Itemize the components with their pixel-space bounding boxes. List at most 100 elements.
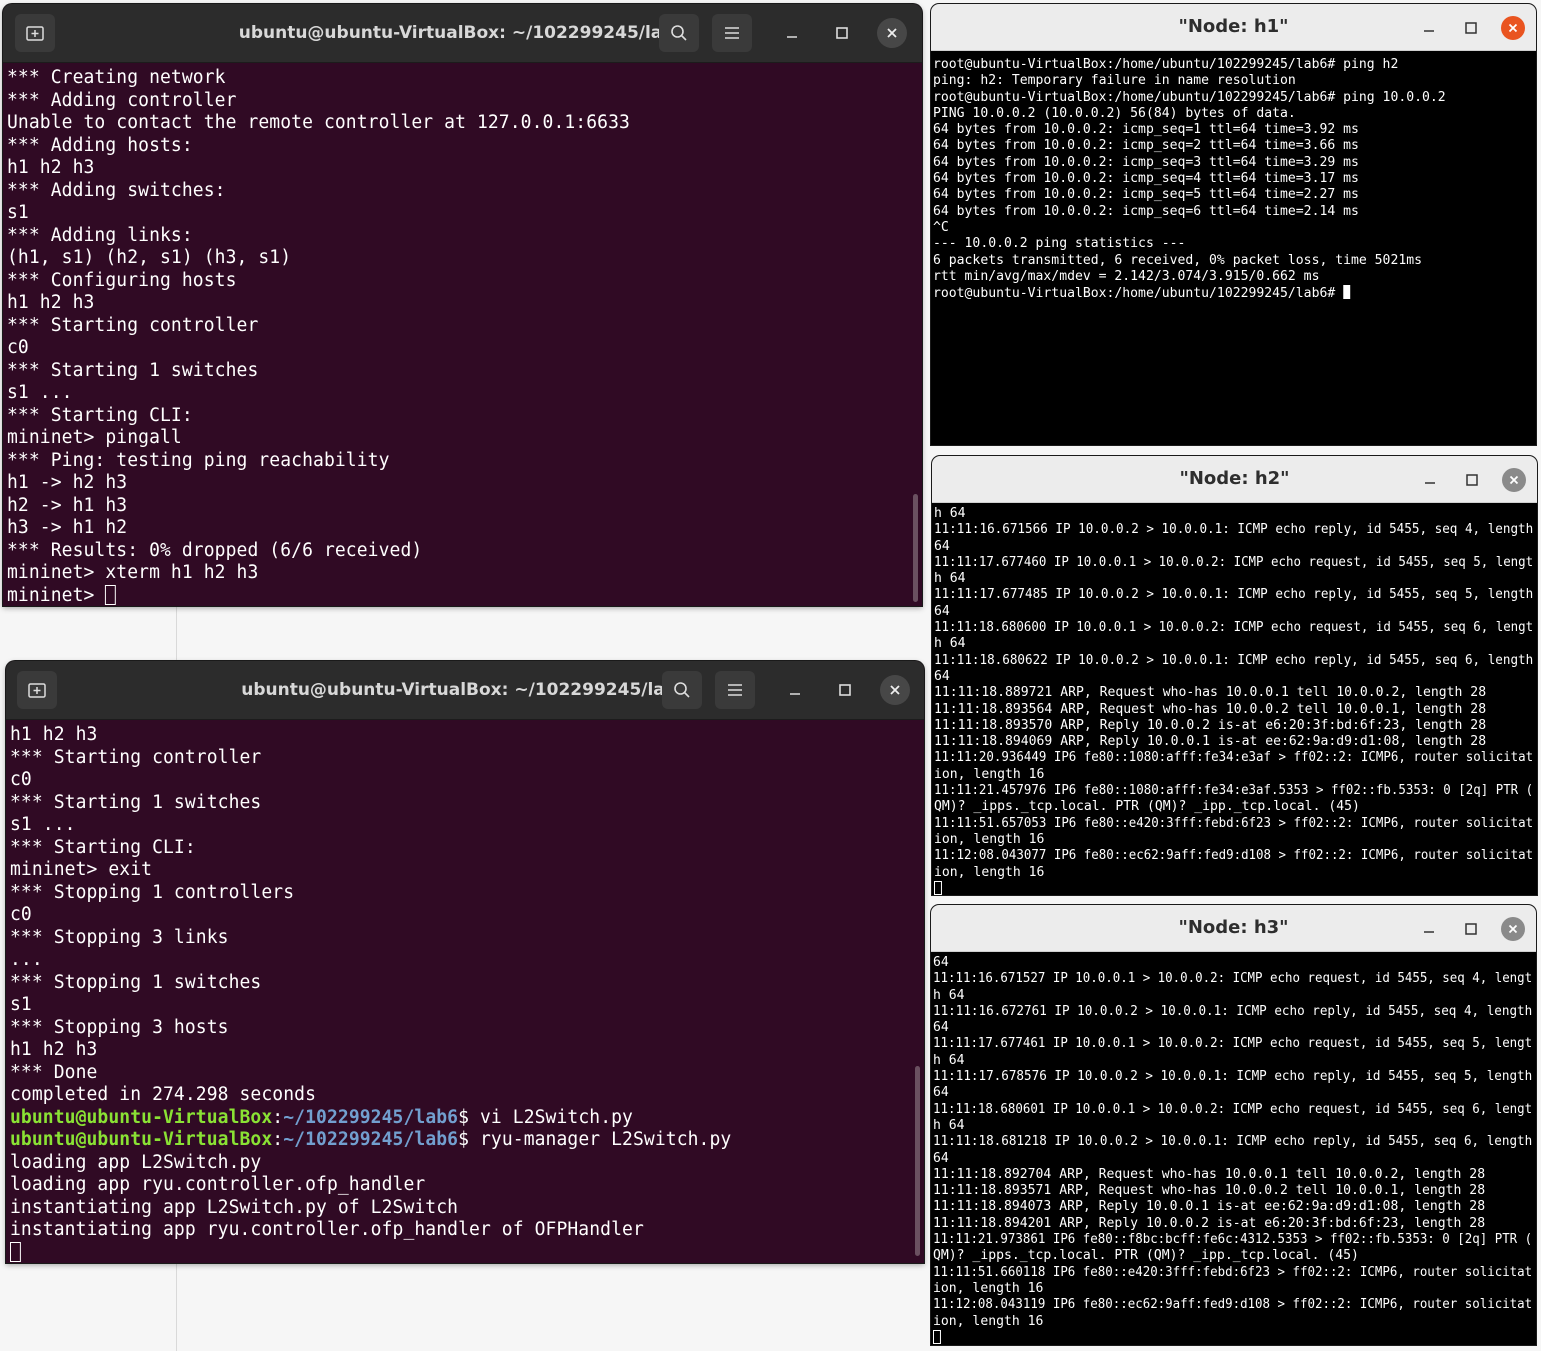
- xterm-line: h 64: [934, 636, 966, 652]
- window-title: "Node: h2": [1179, 468, 1290, 489]
- terminal-output[interactable]: h1 h2 h3 *** Starting controller c0 *** …: [6, 720, 924, 1263]
- close-button[interactable]: [1501, 917, 1525, 941]
- window-title: "Node: h1": [1178, 16, 1289, 37]
- xterm-line: ^C: [933, 219, 949, 235]
- terminal-prompt-line[interactable]: mininet>: [7, 584, 912, 607]
- xterm-line: --- 10.0.0.2 ping statistics ---: [933, 236, 1186, 252]
- xterm-window-h2[interactable]: "Node: h2" h 64 11:11:16.671566 IP 10.0.…: [932, 456, 1537, 895]
- menu-button[interactable]: [715, 671, 755, 709]
- hamburger-menu-icon: [728, 684, 742, 696]
- minimize-icon: [787, 36, 797, 38]
- titlebar[interactable]: "Node: h3": [931, 905, 1536, 952]
- xterm-line: 11:11:17.678576 IP 10.0.0.2 > 10.0.0.1: …: [933, 1069, 1533, 1085]
- prompt-user: ubuntu@ubuntu-VirtualBox: [10, 1129, 273, 1150]
- terminal-line: mininet> exit: [10, 859, 153, 880]
- scrollbar[interactable]: [913, 494, 918, 602]
- terminal-line: c0: [7, 337, 29, 358]
- search-button[interactable]: [662, 671, 702, 709]
- minimize-button[interactable]: [1417, 917, 1441, 941]
- prompt-path: ~/102299245/lab6: [283, 1106, 459, 1128]
- titlebar[interactable]: ubuntu@ubuntu-VirtualBox: ~/102299245/la…: [6, 661, 924, 720]
- terminal-line: h1 h2 h3: [7, 157, 95, 178]
- maximize-button[interactable]: [1459, 16, 1483, 40]
- close-button[interactable]: [877, 18, 907, 48]
- terminal-line: s1 ...: [10, 814, 76, 835]
- titlebar[interactable]: ubuntu@ubuntu-VirtualBox: ~/102299245/la…: [3, 4, 922, 63]
- prompt-symbol: $: [458, 1106, 480, 1128]
- xterm-line: 11:11:18.681218 IP 10.0.0.2 > 10.0.0.1: …: [933, 1134, 1533, 1150]
- xterm-line: rtt min/avg/max/mdev = 2.142/3.074/3.915…: [933, 268, 1320, 284]
- scrollbar[interactable]: [915, 1066, 920, 1256]
- titlebar[interactable]: "Node: h1": [931, 4, 1536, 51]
- terminal-line: *** Starting controller: [7, 314, 259, 336]
- close-icon: [1508, 924, 1518, 934]
- xterm-line: 64: [934, 668, 950, 684]
- xterm-input-line[interactable]: [933, 1329, 1532, 1345]
- minimize-button[interactable]: [1418, 468, 1442, 492]
- close-button[interactable]: [1501, 16, 1525, 40]
- xterm-line: h 64: [934, 506, 966, 521]
- xterm-line: 64 bytes from 10.0.0.2: icmp_seq=4 ttl=6…: [933, 171, 1359, 187]
- command-text: vi L2Switch.py: [479, 1106, 633, 1128]
- xterm-window-h3[interactable]: "Node: h3" 64 11:11:16.671527 IP 10.0.0.…: [931, 905, 1536, 1345]
- terminal-line: *** Starting controller: [10, 746, 262, 768]
- close-button[interactable]: [880, 675, 910, 705]
- xterm-output[interactable]: 64 11:11:16.671527 IP 10.0.0.1 > 10.0.0.…: [933, 952, 1536, 1345]
- xterm-line: PING 10.0.0.2 (10.0.0.2) 56(84) bytes of…: [933, 105, 1296, 121]
- xterm-output[interactable]: root@ubuntu-VirtualBox:/home/ubuntu/1022…: [933, 51, 1536, 445]
- terminal-window-bottom[interactable]: ubuntu@ubuntu-VirtualBox: ~/102299245/la…: [6, 661, 924, 1263]
- close-button[interactable]: [1502, 468, 1526, 492]
- xterm-line: 64 bytes from 10.0.0.2: icmp_seq=5 ttl=6…: [933, 187, 1359, 203]
- minimize-button[interactable]: [777, 18, 807, 48]
- terminal-window-top[interactable]: ubuntu@ubuntu-VirtualBox: ~/102299245/la…: [3, 4, 922, 606]
- terminal-line: c0: [10, 904, 32, 925]
- terminal-output[interactable]: *** Creating network *** Adding controll…: [3, 63, 922, 606]
- xterm-line: 11:11:18.893571 ARP, Request who-has 10.…: [933, 1183, 1486, 1199]
- xterm-line: 11:12:08.043119 IP6 fe80::ec62:9aff:fed9…: [933, 1297, 1533, 1313]
- terminal-line: *** Starting 1 switches: [7, 359, 259, 381]
- menu-button[interactable]: [712, 14, 752, 52]
- maximize-button[interactable]: [1460, 468, 1484, 492]
- minimize-icon: [1425, 482, 1435, 484]
- shell-command-line: ubuntu@ubuntu-VirtualBox:~/102299245/lab…: [10, 1107, 914, 1130]
- terminal-line: *** Stopping 1 controllers: [10, 881, 295, 903]
- titlebar[interactable]: "Node: h2": [932, 456, 1537, 503]
- xterm-window-h1[interactable]: "Node: h1" root@ubuntu-VirtualBox:/home/…: [931, 4, 1536, 445]
- xterm-prompt-line[interactable]: root@ubuntu-VirtualBox:/home/ubuntu/1022…: [933, 285, 1532, 301]
- minimize-icon: [790, 693, 800, 695]
- terminal-line: *** Starting 1 switches: [10, 791, 262, 813]
- xterm-line: 11:11:51.660118 IP6 fe80::e420:3fff:febd…: [933, 1264, 1533, 1280]
- terminal-line: *** Ping: testing ping reachability: [7, 449, 390, 471]
- xterm-input-line[interactable]: [934, 880, 1533, 895]
- search-icon: [674, 682, 690, 698]
- xterm-line: 11:11:18.893570 ARP, Reply 10.0.0.2 is-a…: [934, 717, 1487, 733]
- xterm-line: 64: [933, 1150, 949, 1166]
- maximize-button[interactable]: [830, 675, 860, 705]
- minimize-button[interactable]: [780, 675, 810, 705]
- prompt-separator: :: [272, 1106, 284, 1128]
- terminal-line: loading app L2Switch.py: [10, 1151, 262, 1173]
- prompt-text: mininet>: [7, 584, 106, 606]
- terminal-line: *** Stopping 3 hosts: [10, 1016, 229, 1038]
- terminal-line: *** Adding links:: [7, 224, 193, 246]
- window-title: "Node: h3": [1178, 917, 1289, 938]
- maximize-icon: [1465, 22, 1477, 34]
- xterm-line: 11:11:18.680600 IP 10.0.0.1 > 10.0.0.2: …: [934, 620, 1534, 636]
- desktop: ubuntu@ubuntu-VirtualBox: ~/102299245/la…: [0, 0, 1541, 1351]
- terminal-input-line[interactable]: [10, 1241, 914, 1264]
- prompt-text: root@ubuntu-VirtualBox:/home/ubuntu/1022…: [933, 286, 1344, 302]
- xterm-line: 11:11:20.936449 IP6 fe80::1080:afff:fe34…: [934, 750, 1534, 766]
- xterm-line: 11:11:21.973861 IP6 fe80::f8bc:bcff:fe6c…: [933, 1232, 1533, 1248]
- terminal-line: h2 -> h1 h3: [7, 494, 128, 516]
- xterm-output[interactable]: h 64 11:11:16.671566 IP 10.0.0.2 > 10.0.…: [934, 503, 1537, 895]
- search-button[interactable]: [659, 14, 699, 52]
- terminal-line: *** Starting CLI:: [7, 404, 193, 426]
- minimize-button[interactable]: [1417, 16, 1441, 40]
- xterm-line: ion, length 16: [934, 864, 1045, 880]
- maximize-button[interactable]: [827, 18, 857, 48]
- maximize-button[interactable]: [1459, 917, 1483, 941]
- terminal-line: s1: [10, 994, 32, 1015]
- xterm-line: h 64: [933, 1052, 965, 1068]
- terminal-line: instantiating app ryu.controller.ofp_han…: [10, 1219, 644, 1240]
- prompt-user: ubuntu@ubuntu-VirtualBox: [10, 1106, 273, 1128]
